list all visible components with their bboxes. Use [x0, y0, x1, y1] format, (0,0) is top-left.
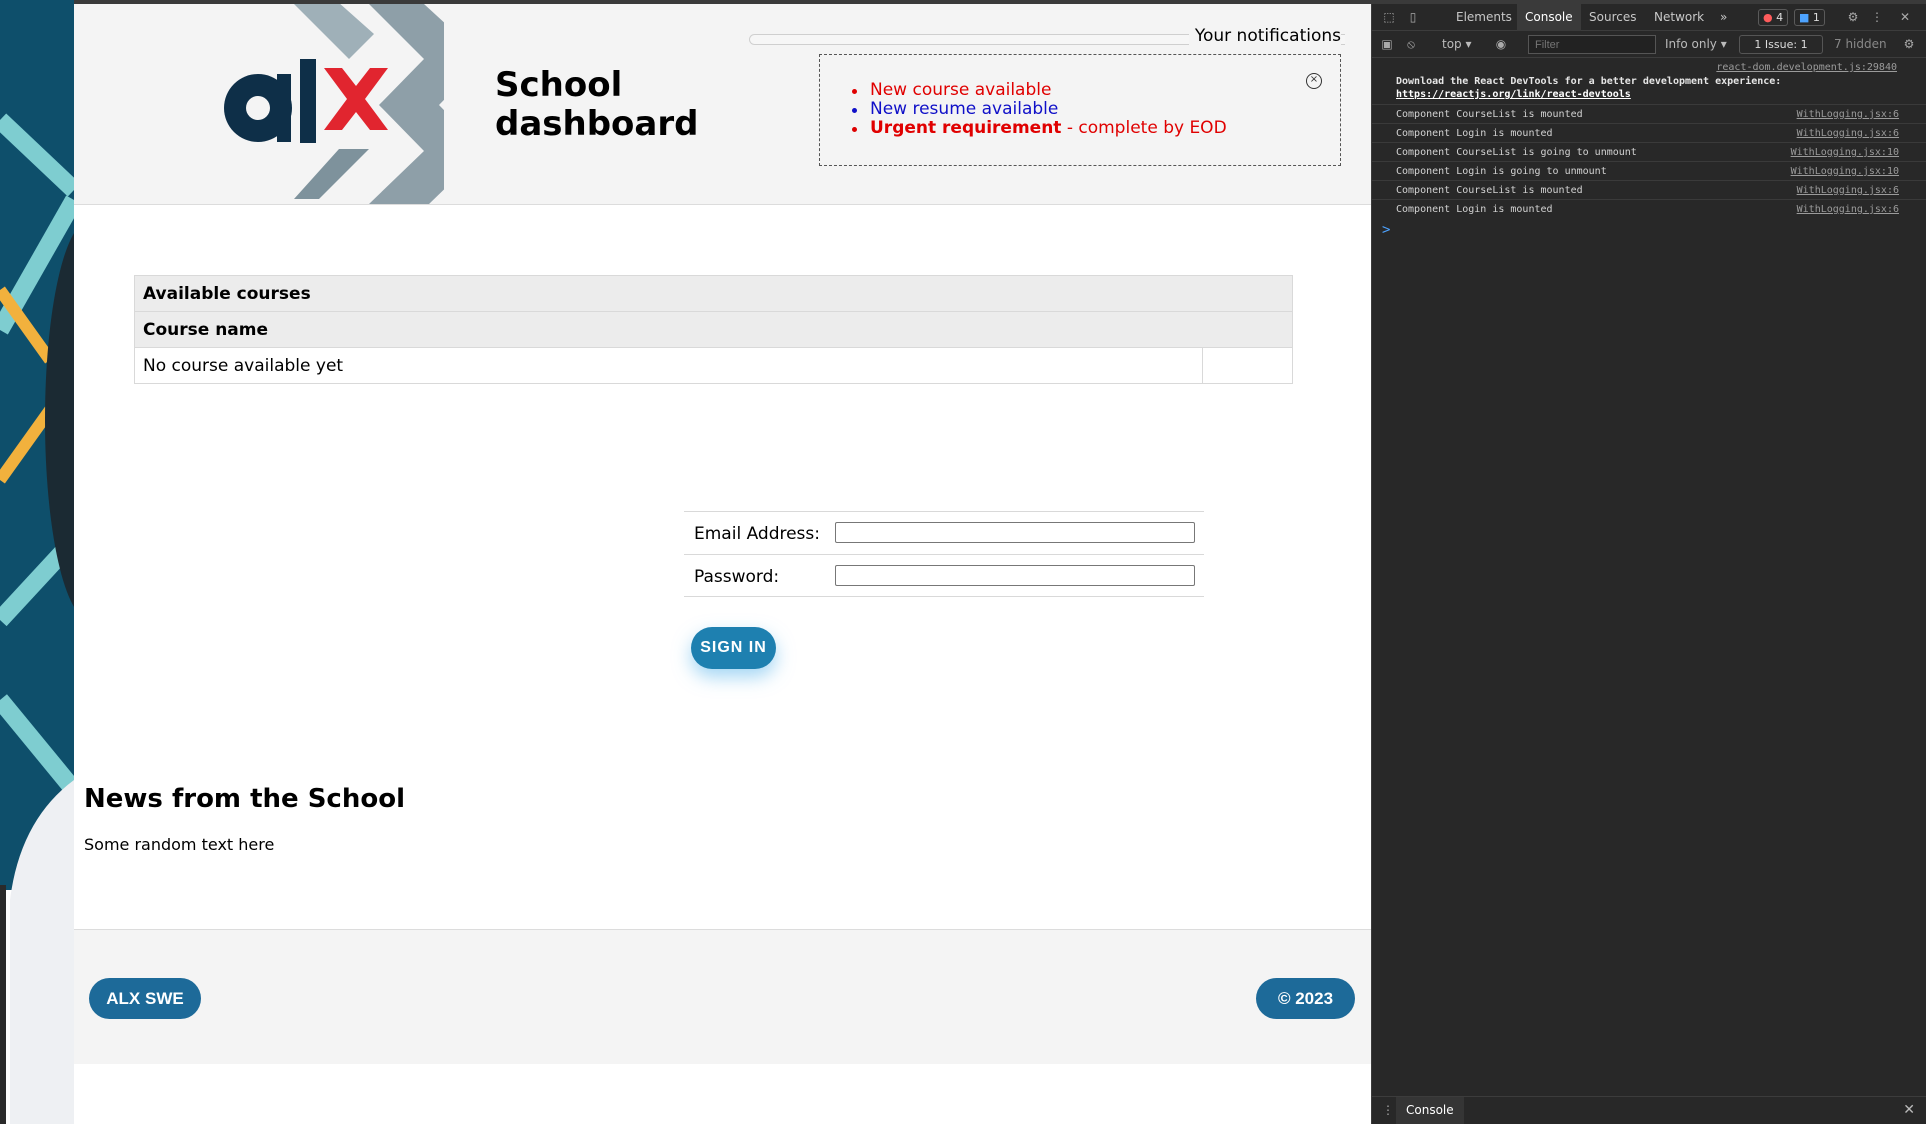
browser-viewport: alx School dashboard Your notifications …: [74, 4, 1371, 1124]
console-log-row: Component CourseList is mounted WithLoggi…: [1372, 180, 1926, 199]
eye-icon[interactable]: ◉: [1494, 37, 1508, 51]
message-icon: ■: [1799, 11, 1810, 24]
console-log-row: Component Login is mounted WithLogging.js…: [1372, 199, 1926, 218]
password-label: Password:: [694, 567, 780, 587]
footer-brand-button[interactable]: ALX SWE: [89, 978, 201, 1019]
error-icon: ●: [1763, 11, 1773, 24]
devtools-tabbar: ⬚ ▯ Elements Console Sources Network » ●…: [1372, 4, 1926, 31]
clear-console-icon[interactable]: ⦸: [1404, 37, 1418, 51]
console-toolbar: ▣ ⦸ top ▾ ◉ Info only ▾ 1 Issue: 1 7 hid…: [1372, 31, 1926, 58]
alx-logo: alx: [154, 4, 444, 204]
errors-badge[interactable]: ● 4: [1758, 9, 1789, 26]
issues-button[interactable]: 1 Issue: 1: [1739, 35, 1823, 54]
close-icon[interactable]: ×: [1306, 73, 1322, 89]
tab-elements[interactable]: Elements: [1448, 4, 1520, 31]
devtools-panel: ⬚ ▯ Elements Console Sources Network » ●…: [1371, 4, 1926, 1124]
svg-text:alx: alx: [154, 198, 156, 200]
more-tabs-icon[interactable]: »: [1712, 4, 1735, 31]
kebab-menu-icon[interactable]: ⋮: [1870, 10, 1884, 24]
react-devtools-link[interactable]: https://reactjs.org/link/react-devtools: [1396, 89, 1631, 100]
console-log-row: Component CourseList is going to unmount…: [1372, 142, 1926, 161]
course-table-column-header: Course name: [134, 311, 1293, 348]
sign-in-button[interactable]: SIGN IN: [691, 627, 776, 669]
empty-course-message: No course available yet: [134, 347, 1203, 384]
notifications-list: New course available New resume availabl…: [852, 81, 1227, 138]
notification-item[interactable]: New course available: [852, 81, 1227, 100]
tab-sources[interactable]: Sources: [1581, 4, 1644, 31]
log-source-link[interactable]: react-dom.development.js:29840: [1716, 62, 1897, 73]
console-log-row: Component CourseList is mounted WithLoggi…: [1372, 104, 1926, 123]
login-form: Email Address: Password:: [684, 511, 1204, 597]
page-title: School dashboard: [495, 65, 699, 144]
email-row: Email Address:: [684, 511, 1204, 554]
console-filter-input[interactable]: [1528, 35, 1656, 54]
wallpaper-pattern: [0, 0, 74, 1124]
app-footer: ALX SWE © 2023: [74, 929, 1371, 1064]
notifications-panel: × New course available New resume availa…: [819, 54, 1341, 166]
devtools-drawer: ⋮ Console ✕: [1372, 1096, 1926, 1124]
log-source-link[interactable]: WithLogging.jsx:6: [1797, 109, 1899, 120]
close-devtools-icon[interactable]: ✕: [1898, 10, 1912, 24]
drawer-menu-icon[interactable]: ⋮: [1382, 1103, 1394, 1117]
password-row: Password:: [684, 554, 1204, 597]
table-row: No course available yet: [134, 347, 1293, 384]
news-body: Some random text here: [84, 835, 275, 854]
email-label: Email Address:: [694, 524, 820, 544]
notification-item-urgent[interactable]: Urgent requirement - complete by EOD: [852, 119, 1227, 138]
news-section: News from the School Some random text he…: [84, 784, 405, 854]
password-field[interactable]: [835, 565, 1195, 586]
course-list-table: Available courses Course name No course …: [134, 275, 1293, 384]
news-title: News from the School: [84, 784, 405, 814]
drawer-tab-console[interactable]: Console: [1396, 1097, 1464, 1124]
table-cell: [1202, 347, 1293, 384]
messages-badge[interactable]: ■ 1: [1794, 9, 1825, 26]
console-settings-icon[interactable]: ⚙: [1902, 37, 1916, 51]
app-header: alx School dashboard Your notifications …: [74, 4, 1371, 205]
log-source-link[interactable]: WithLogging.jsx:6: [1797, 204, 1899, 215]
notifications-title[interactable]: Your notifications: [1188, 26, 1341, 46]
device-toggle-icon[interactable]: ▯: [1406, 10, 1420, 24]
log-source-link[interactable]: WithLogging.jsx:10: [1791, 166, 1899, 177]
desktop-wallpaper: [0, 0, 74, 1124]
course-table-caption: Available courses: [134, 275, 1293, 312]
sidebar-toggle-icon[interactable]: ▣: [1380, 37, 1394, 51]
close-drawer-icon[interactable]: ✕: [1903, 1102, 1915, 1118]
console-prompt[interactable]: >: [1382, 222, 1390, 238]
inspect-icon[interactable]: ⬚: [1382, 10, 1396, 24]
email-field[interactable]: [835, 522, 1195, 543]
log-level-selector[interactable]: Info only ▾: [1665, 37, 1727, 51]
console-log-row: Component Login is mounted WithLogging.js…: [1372, 123, 1926, 142]
console-log-row: Component Login is going to unmount WithL…: [1372, 161, 1926, 180]
tab-console[interactable]: Console: [1517, 4, 1581, 31]
footer-copyright-button[interactable]: © 2023: [1256, 978, 1355, 1019]
log-source-link[interactable]: WithLogging.jsx:6: [1797, 185, 1899, 196]
notification-item[interactable]: New resume available: [852, 100, 1227, 119]
gear-icon[interactable]: ⚙: [1846, 10, 1860, 24]
log-source-link[interactable]: WithLogging.jsx:10: [1791, 147, 1899, 158]
hidden-count: 7 hidden: [1834, 37, 1887, 51]
tab-network[interactable]: Network: [1646, 4, 1712, 31]
react-devtools-message: Download the React DevTools for a better…: [1396, 76, 1782, 100]
context-selector[interactable]: top ▾: [1442, 37, 1472, 51]
log-source-link[interactable]: WithLogging.jsx:6: [1797, 128, 1899, 139]
